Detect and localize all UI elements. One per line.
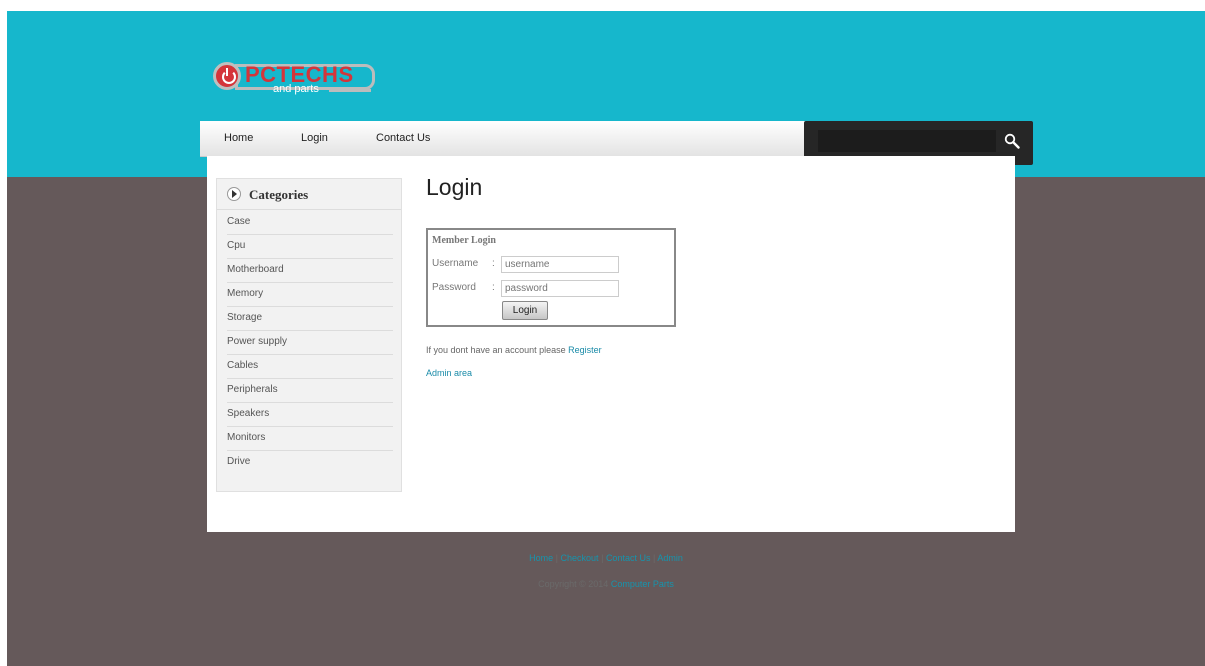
category-item-peripherals[interactable]: Peripherals xyxy=(227,379,393,403)
footer-link-checkout[interactable]: Checkout xyxy=(561,553,599,563)
page-title: Login xyxy=(426,174,483,200)
play-circle-icon xyxy=(227,187,241,201)
password-colon: : xyxy=(492,282,495,293)
category-list: Case Cpu Motherboard Memory Storage Powe… xyxy=(227,211,393,475)
footer-link-home[interactable]: Home xyxy=(529,553,553,563)
login-button[interactable]: Login xyxy=(502,301,548,320)
footer-separator: | xyxy=(652,553,656,563)
category-item-cables[interactable]: Cables xyxy=(227,355,393,379)
logo-underline xyxy=(329,89,371,92)
username-colon: : xyxy=(492,258,495,269)
categories-sidebar: Categories Case Cpu Motherboard Memory S… xyxy=(216,178,402,492)
admin-area-link[interactable]: Admin area xyxy=(426,368,472,378)
category-item-motherboard[interactable]: Motherboard xyxy=(227,259,393,283)
power-icon xyxy=(213,62,241,90)
footer-separator: | xyxy=(555,553,559,563)
username-label: Username xyxy=(432,258,479,269)
category-item-memory[interactable]: Memory xyxy=(227,283,393,307)
category-item-case[interactable]: Case xyxy=(227,211,393,235)
category-item-drive[interactable]: Drive xyxy=(227,451,393,475)
category-item-monitors[interactable]: Monitors xyxy=(227,427,393,451)
password-input[interactable] xyxy=(501,280,619,297)
password-label: Password xyxy=(432,282,476,293)
nav-login[interactable]: Login xyxy=(301,132,328,144)
member-login-form: Member Login Username : Password : Login xyxy=(426,228,676,327)
nav-contact-us[interactable]: Contact Us xyxy=(376,132,430,144)
category-item-speakers[interactable]: Speakers xyxy=(227,403,393,427)
footer-links: Home | Checkout | Contact Us | Admin xyxy=(7,553,1205,563)
content-panel: Categories Case Cpu Motherboard Memory S… xyxy=(207,156,1015,532)
username-input[interactable] xyxy=(501,256,619,273)
nav-home[interactable]: Home xyxy=(224,132,253,144)
register-prompt: If you dont have an account please Regis… xyxy=(426,345,602,355)
search-icon[interactable] xyxy=(1004,133,1020,149)
footer-separator: | xyxy=(601,553,604,563)
register-link[interactable]: Register xyxy=(568,345,602,355)
site-logo[interactable]: PCTECHS and parts xyxy=(209,58,381,98)
copyright-link[interactable]: Computer Parts xyxy=(611,579,674,589)
form-title: Member Login xyxy=(432,235,496,246)
register-text: If you dont have an account please xyxy=(426,345,566,355)
category-item-power-supply[interactable]: Power supply xyxy=(227,331,393,355)
categories-title: Categories xyxy=(249,187,309,202)
page-frame: PCTECHS and parts Home Login Contact Us … xyxy=(7,11,1205,666)
categories-header: Categories xyxy=(217,179,401,210)
category-item-storage[interactable]: Storage xyxy=(227,307,393,331)
footer-link-contact-us[interactable]: Contact Us xyxy=(606,553,651,563)
search-input[interactable] xyxy=(818,130,996,152)
category-item-cpu[interactable]: Cpu xyxy=(227,235,393,259)
logo-sub-text: and parts xyxy=(273,83,319,95)
copyright: Copyright © 2014 Computer Parts xyxy=(7,579,1205,589)
copyright-text: Copyright © 2014 xyxy=(538,579,609,589)
footer-link-admin[interactable]: Admin xyxy=(657,553,683,563)
